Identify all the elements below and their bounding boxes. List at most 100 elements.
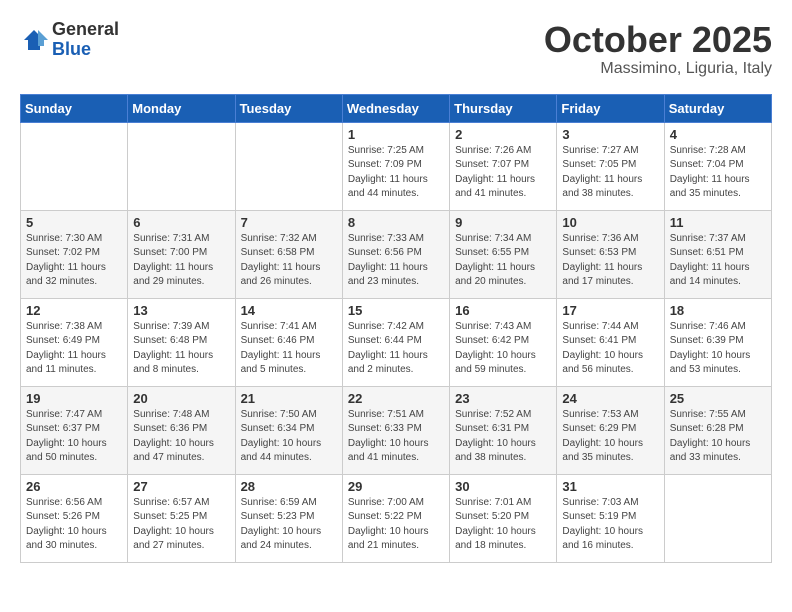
day-info: Sunrise: 7:34 AM Sunset: 6:55 PM Dayligh…: [455, 232, 551, 290]
day-info: Sunrise: 7:30 AM Sunset: 7:02 PM Dayligh…: [26, 232, 122, 290]
logo-blue-text: Blue: [52, 40, 119, 60]
day-cell: 14 Sunrise: 7:41 AM Sunset: 6:46 PM Dayli…: [235, 298, 342, 386]
day-info: Sunrise: 7:27 AM Sunset: 7:05 PM Dayligh…: [562, 144, 658, 202]
day-number: 8: [348, 215, 444, 230]
day-cell: 28Sunrise: 6:59 AM Sunset: 5:23 PM Dayli…: [235, 474, 342, 562]
column-header-saturday: Saturday: [664, 94, 771, 122]
day-cell: [21, 122, 128, 210]
day-number: 23: [455, 391, 551, 406]
day-number: 24: [562, 391, 658, 406]
day-info: Sunrise: 7:53 AM Sunset: 6:29 PM Dayligh…: [562, 408, 658, 466]
location-subtitle: Massimino, Liguria, Italy: [544, 60, 772, 78]
day-number: 22: [348, 391, 444, 406]
day-cell: 6 Sunrise: 7:31 AM Sunset: 7:00 PM Daylig…: [128, 210, 235, 298]
day-number: 4: [670, 127, 766, 142]
day-cell: 20Sunrise: 7:48 AM Sunset: 6:36 PM Dayli…: [128, 386, 235, 474]
week-row-1: 1 Sunrise: 7:25 AM Sunset: 7:09 PM Daylig…: [21, 122, 772, 210]
day-cell: 30 Sunrise: 7:01 AM Sunset: 5:20 PM Dayli…: [450, 474, 557, 562]
day-info: Sunrise: 7:28 AM Sunset: 7:04 PM Dayligh…: [670, 144, 766, 202]
day-info: Sunrise: 7:41 AM Sunset: 6:46 PM Dayligh…: [241, 320, 337, 378]
month-title: October 2025: [544, 20, 772, 60]
day-number: 12: [26, 303, 122, 318]
logo-icon: [20, 26, 48, 54]
day-number: 14: [241, 303, 337, 318]
week-row-3: 12 Sunrise: 7:38 AM Sunset: 6:49 PM Dayli…: [21, 298, 772, 386]
day-info: Sunrise: 6:59 AM Sunset: 5:23 PM Dayligh…: [241, 496, 337, 554]
day-cell: [235, 122, 342, 210]
day-cell: 12 Sunrise: 7:38 AM Sunset: 6:49 PM Dayli…: [21, 298, 128, 386]
day-cell: 29 Sunrise: 7:00 AM Sunset: 5:22 PM Dayli…: [342, 474, 449, 562]
day-number: 29: [348, 479, 444, 494]
day-number: 30: [455, 479, 551, 494]
day-cell: 21 Sunrise: 7:50 AM Sunset: 6:34 PM Dayli…: [235, 386, 342, 474]
day-cell: 31 Sunrise: 7:03 AM Sunset: 5:19 PM Dayli…: [557, 474, 664, 562]
day-info: Sunrise: 7:47 AM Sunset: 6:37 PM Dayligh…: [26, 408, 122, 466]
day-number: 2: [455, 127, 551, 142]
day-info: Sunrise: 7:48 AM Sunset: 6:36 PM Dayligh…: [133, 408, 229, 466]
day-info: Sunrise: 7:25 AM Sunset: 7:09 PM Dayligh…: [348, 144, 444, 202]
day-cell: 17Sunrise: 7:44 AM Sunset: 6:41 PM Dayli…: [557, 298, 664, 386]
day-number: 13: [133, 303, 229, 318]
calendar-table: SundayMondayTuesdayWednesdayThursdayFrid…: [20, 94, 772, 563]
column-header-friday: Friday: [557, 94, 664, 122]
day-cell: 18 Sunrise: 7:46 AM Sunset: 6:39 PM Dayli…: [664, 298, 771, 386]
day-number: 26: [26, 479, 122, 494]
logo: General Blue: [20, 20, 119, 60]
day-info: Sunrise: 7:43 AM Sunset: 6:42 PM Dayligh…: [455, 320, 551, 378]
day-number: 10: [562, 215, 658, 230]
column-header-monday: Monday: [128, 94, 235, 122]
day-cell: 22Sunrise: 7:51 AM Sunset: 6:33 PM Dayli…: [342, 386, 449, 474]
column-header-thursday: Thursday: [450, 94, 557, 122]
day-info: Sunrise: 7:31 AM Sunset: 7:00 PM Dayligh…: [133, 232, 229, 290]
calendar-header-row: SundayMondayTuesdayWednesdayThursdayFrid…: [21, 94, 772, 122]
day-cell: 9 Sunrise: 7:34 AM Sunset: 6:55 PM Daylig…: [450, 210, 557, 298]
column-header-wednesday: Wednesday: [342, 94, 449, 122]
day-number: 27: [133, 479, 229, 494]
day-cell: 15Sunrise: 7:42 AM Sunset: 6:44 PM Dayli…: [342, 298, 449, 386]
day-cell: [128, 122, 235, 210]
day-cell: 27 Sunrise: 6:57 AM Sunset: 5:25 PM Dayli…: [128, 474, 235, 562]
day-number: 1: [348, 127, 444, 142]
logo-general-text: General: [52, 20, 119, 40]
day-number: 18: [670, 303, 766, 318]
day-info: Sunrise: 7:03 AM Sunset: 5:19 PM Dayligh…: [562, 496, 658, 554]
day-number: 6: [133, 215, 229, 230]
title-block: October 2025 Massimino, Liguria, Italy: [544, 20, 772, 78]
day-info: Sunrise: 7:32 AM Sunset: 6:58 PM Dayligh…: [241, 232, 337, 290]
logo-text: General Blue: [52, 20, 119, 60]
day-info: Sunrise: 7:36 AM Sunset: 6:53 PM Dayligh…: [562, 232, 658, 290]
day-info: Sunrise: 6:57 AM Sunset: 5:25 PM Dayligh…: [133, 496, 229, 554]
day-info: Sunrise: 7:00 AM Sunset: 5:22 PM Dayligh…: [348, 496, 444, 554]
day-cell: [664, 474, 771, 562]
day-cell: 3 Sunrise: 7:27 AM Sunset: 7:05 PM Daylig…: [557, 122, 664, 210]
day-info: Sunrise: 7:39 AM Sunset: 6:48 PM Dayligh…: [133, 320, 229, 378]
day-info: Sunrise: 7:38 AM Sunset: 6:49 PM Dayligh…: [26, 320, 122, 378]
week-row-4: 19Sunrise: 7:47 AM Sunset: 6:37 PM Dayli…: [21, 386, 772, 474]
day-info: Sunrise: 7:52 AM Sunset: 6:31 PM Dayligh…: [455, 408, 551, 466]
day-number: 25: [670, 391, 766, 406]
day-cell: 10 Sunrise: 7:36 AM Sunset: 6:53 PM Dayli…: [557, 210, 664, 298]
day-cell: 1 Sunrise: 7:25 AM Sunset: 7:09 PM Daylig…: [342, 122, 449, 210]
day-info: Sunrise: 7:01 AM Sunset: 5:20 PM Dayligh…: [455, 496, 551, 554]
day-number: 31: [562, 479, 658, 494]
day-number: 11: [670, 215, 766, 230]
day-number: 3: [562, 127, 658, 142]
day-number: 9: [455, 215, 551, 230]
day-number: 17: [562, 303, 658, 318]
day-info: Sunrise: 7:46 AM Sunset: 6:39 PM Dayligh…: [670, 320, 766, 378]
day-cell: 26 Sunrise: 6:56 AM Sunset: 5:26 PM Dayli…: [21, 474, 128, 562]
day-info: Sunrise: 6:56 AM Sunset: 5:26 PM Dayligh…: [26, 496, 122, 554]
day-cell: 7Sunrise: 7:32 AM Sunset: 6:58 PM Daylig…: [235, 210, 342, 298]
day-info: Sunrise: 7:37 AM Sunset: 6:51 PM Dayligh…: [670, 232, 766, 290]
day-cell: 4 Sunrise: 7:28 AM Sunset: 7:04 PM Daylig…: [664, 122, 771, 210]
day-cell: 11 Sunrise: 7:37 AM Sunset: 6:51 PM Dayli…: [664, 210, 771, 298]
day-info: Sunrise: 7:50 AM Sunset: 6:34 PM Dayligh…: [241, 408, 337, 466]
page-header: General Blue October 2025 Massimino, Lig…: [20, 20, 772, 78]
day-cell: 16Sunrise: 7:43 AM Sunset: 6:42 PM Dayli…: [450, 298, 557, 386]
day-info: Sunrise: 7:26 AM Sunset: 7:07 PM Dayligh…: [455, 144, 551, 202]
column-header-sunday: Sunday: [21, 94, 128, 122]
day-cell: 24 Sunrise: 7:53 AM Sunset: 6:29 PM Dayli…: [557, 386, 664, 474]
day-cell: 13 Sunrise: 7:39 AM Sunset: 6:48 PM Dayli…: [128, 298, 235, 386]
day-number: 21: [241, 391, 337, 406]
day-number: 5: [26, 215, 122, 230]
